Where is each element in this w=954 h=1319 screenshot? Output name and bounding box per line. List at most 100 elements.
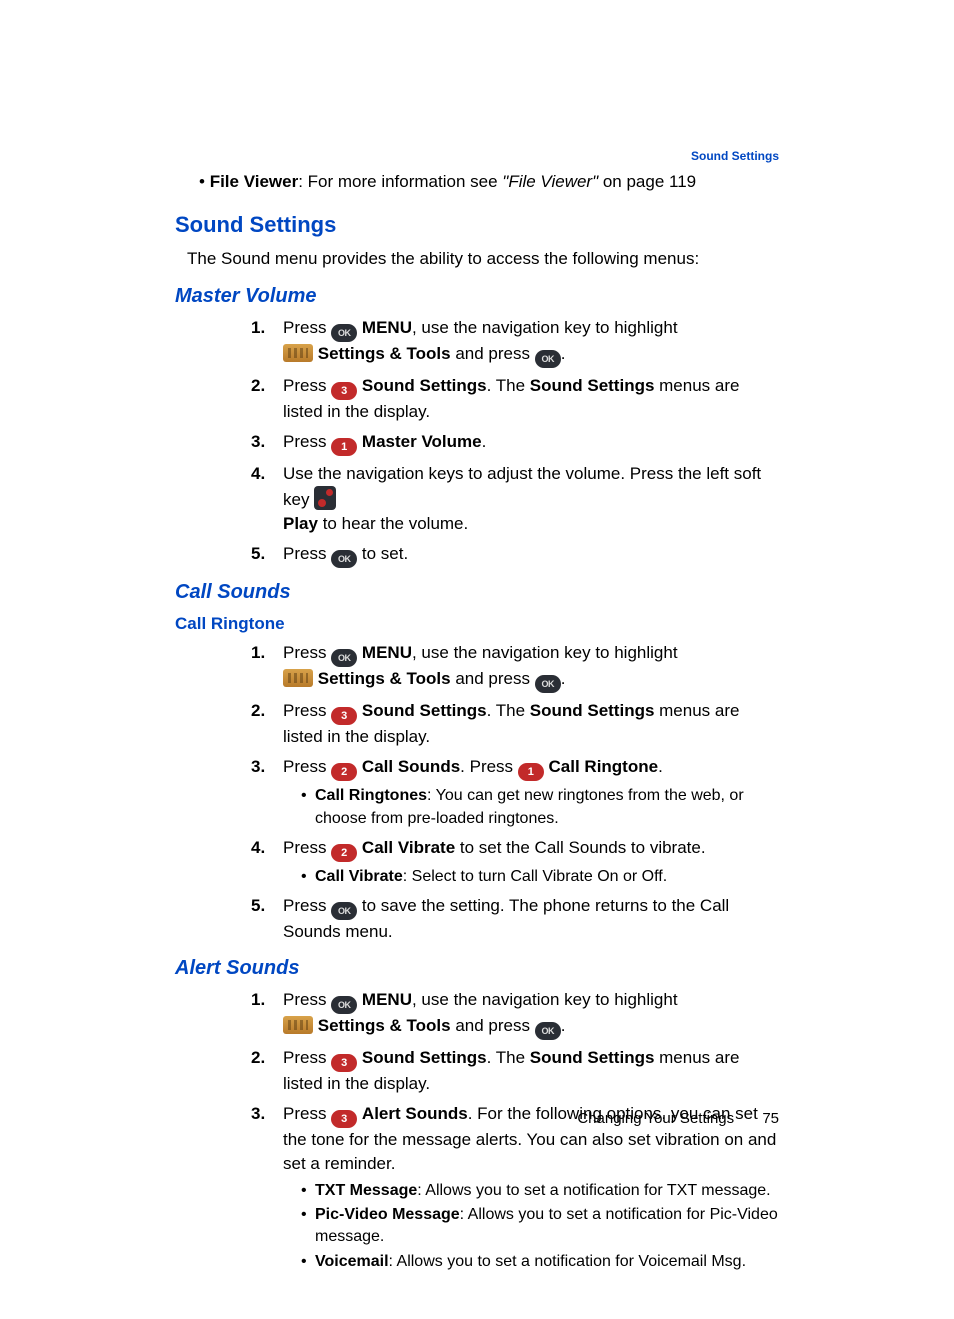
voicemail-b: Voicemail bbox=[315, 1253, 389, 1270]
sound-settings-label2: Sound Settings bbox=[530, 701, 655, 720]
key-3-icon: 3 bbox=[331, 707, 357, 725]
heading-call-sounds: Call Sounds bbox=[175, 578, 779, 606]
call-vibrate-b: Call Vibrate bbox=[315, 868, 403, 885]
t: to set. bbox=[357, 544, 408, 563]
mv-step-1: Press MENU, use the navigation key to hi… bbox=[251, 316, 779, 368]
as-step-3-sub: TXT Message: Allows you to set a notific… bbox=[301, 1180, 779, 1274]
ok-icon bbox=[331, 649, 357, 667]
t: to hear the volume. bbox=[318, 514, 468, 533]
t: . Press bbox=[460, 757, 518, 776]
ok-icon bbox=[331, 324, 357, 342]
chapter-title: Changing Your Settings bbox=[577, 1110, 734, 1127]
play-label: Play bbox=[283, 514, 318, 533]
settings-tools-label: Settings & Tools bbox=[318, 669, 451, 688]
t: Press bbox=[283, 643, 331, 662]
menu-label: MENU bbox=[362, 990, 412, 1009]
file-viewer-bold: File Viewer bbox=[210, 172, 299, 191]
mv-step-5: Press to set. bbox=[251, 542, 779, 568]
call-vibrate-label: Call Vibrate bbox=[362, 838, 455, 857]
t: . The bbox=[487, 376, 530, 395]
t: Press bbox=[283, 838, 331, 857]
sub-item: Pic-Video Message: Allows you to set a n… bbox=[301, 1204, 779, 1249]
left-softkey-icon bbox=[314, 486, 336, 510]
call-sounds-steps: Press MENU, use the navigation key to hi… bbox=[251, 641, 779, 944]
top-bullet: • File Viewer: For more information see … bbox=[199, 170, 779, 194]
key-1-icon: 1 bbox=[518, 763, 544, 781]
as-step-1: Press MENU, use the navigation key to hi… bbox=[251, 988, 779, 1040]
t: Press bbox=[283, 432, 331, 451]
mv-step-3: Press 1 Master Volume. bbox=[251, 430, 779, 456]
t: Press bbox=[283, 896, 331, 915]
t: Press bbox=[283, 990, 331, 1009]
t: and press bbox=[451, 1016, 535, 1035]
txt-message-b: TXT Message bbox=[315, 1182, 417, 1199]
t: . The bbox=[487, 701, 530, 720]
t: . bbox=[658, 757, 663, 776]
t: Press bbox=[283, 1048, 331, 1067]
pic-video-b: Pic-Video Message bbox=[315, 1206, 460, 1223]
ok-icon bbox=[535, 675, 561, 693]
t: Press bbox=[283, 376, 331, 395]
tools-icon bbox=[283, 344, 313, 362]
heading-master-volume: Master Volume bbox=[175, 282, 779, 310]
cs-step-4: Press 2 Call Vibrate to set the Call Sou… bbox=[251, 836, 779, 888]
key-2-icon: 2 bbox=[331, 844, 357, 862]
intro-text: The Sound menu provides the ability to a… bbox=[187, 247, 779, 271]
menu-label: MENU bbox=[362, 643, 412, 662]
key-3-icon: 3 bbox=[331, 1054, 357, 1072]
master-volume-steps: Press MENU, use the navigation key to hi… bbox=[251, 316, 779, 567]
ok-icon bbox=[331, 902, 357, 920]
settings-tools-label: Settings & Tools bbox=[318, 344, 451, 363]
sound-settings-label: Sound Settings bbox=[362, 1048, 487, 1067]
t: Press bbox=[283, 318, 331, 337]
call-sounds-label: Call Sounds bbox=[362, 757, 460, 776]
mv-step-2: Press 3 Sound Settings. The Sound Settin… bbox=[251, 374, 779, 424]
t: . bbox=[482, 432, 487, 451]
t: . The bbox=[487, 1048, 530, 1067]
cs-step-2: Press 3 Sound Settings. The Sound Settin… bbox=[251, 699, 779, 749]
t: and press bbox=[451, 344, 535, 363]
tools-icon bbox=[283, 1016, 313, 1034]
sound-settings-label2: Sound Settings bbox=[530, 1048, 655, 1067]
ok-icon bbox=[535, 350, 561, 368]
key-3-icon: 3 bbox=[331, 1110, 357, 1128]
mv-step-4: Use the navigation keys to adjust the vo… bbox=[251, 462, 779, 535]
t: Press bbox=[283, 757, 331, 776]
settings-tools-label: Settings & Tools bbox=[318, 1016, 451, 1035]
heading-sound-settings: Sound Settings bbox=[175, 210, 779, 241]
key-1-icon: 1 bbox=[331, 438, 357, 456]
sub-item: TXT Message: Allows you to set a notific… bbox=[301, 1180, 779, 1202]
sub-item: Voicemail: Allows you to set a notificat… bbox=[301, 1251, 779, 1273]
cs-step-3-sub: Call Ringtones: You can get new ringtone… bbox=[301, 785, 779, 830]
sound-settings-label: Sound Settings bbox=[362, 701, 487, 720]
t: : Allows you to set a notification for T… bbox=[417, 1182, 770, 1199]
t: Use the navigation keys to adjust the vo… bbox=[283, 464, 761, 509]
heading-alert-sounds: Alert Sounds bbox=[175, 954, 779, 982]
as-step-2: Press 3 Sound Settings. The Sound Settin… bbox=[251, 1046, 779, 1096]
sound-settings-label: Sound Settings bbox=[362, 376, 487, 395]
page-number: 75 bbox=[762, 1110, 779, 1127]
running-header: Sound Settings bbox=[691, 148, 779, 165]
t: , use the navigation key to highlight bbox=[412, 318, 678, 337]
key-3-icon: 3 bbox=[331, 382, 357, 400]
call-ringtones-b: Call Ringtones bbox=[315, 787, 427, 804]
t: to set the Call Sounds to vibrate. bbox=[455, 838, 705, 857]
t: Press bbox=[283, 544, 331, 563]
ok-icon bbox=[535, 1022, 561, 1040]
tools-icon bbox=[283, 669, 313, 687]
menu-label: MENU bbox=[362, 318, 412, 337]
call-ringtone-label: Call Ringtone bbox=[549, 757, 659, 776]
ok-icon bbox=[331, 550, 357, 568]
cs-step-1: Press MENU, use the navigation key to hi… bbox=[251, 641, 779, 693]
ok-icon bbox=[331, 996, 357, 1014]
sub-item: Call Vibrate: Select to turn Call Vibrat… bbox=[301, 866, 779, 888]
cs-step-5: Press to save the setting. The phone ret… bbox=[251, 894, 779, 944]
sub-item: Call Ringtones: You can get new ringtone… bbox=[301, 785, 779, 830]
fv-text: : For more information see bbox=[298, 172, 502, 191]
t: , use the navigation key to highlight bbox=[412, 990, 678, 1009]
sound-settings-label2: Sound Settings bbox=[530, 376, 655, 395]
alert-sounds-steps: Press MENU, use the navigation key to hi… bbox=[251, 988, 779, 1273]
fv-ref: "File Viewer" bbox=[502, 172, 598, 191]
key-2-icon: 2 bbox=[331, 763, 357, 781]
t: , use the navigation key to highlight bbox=[412, 643, 678, 662]
